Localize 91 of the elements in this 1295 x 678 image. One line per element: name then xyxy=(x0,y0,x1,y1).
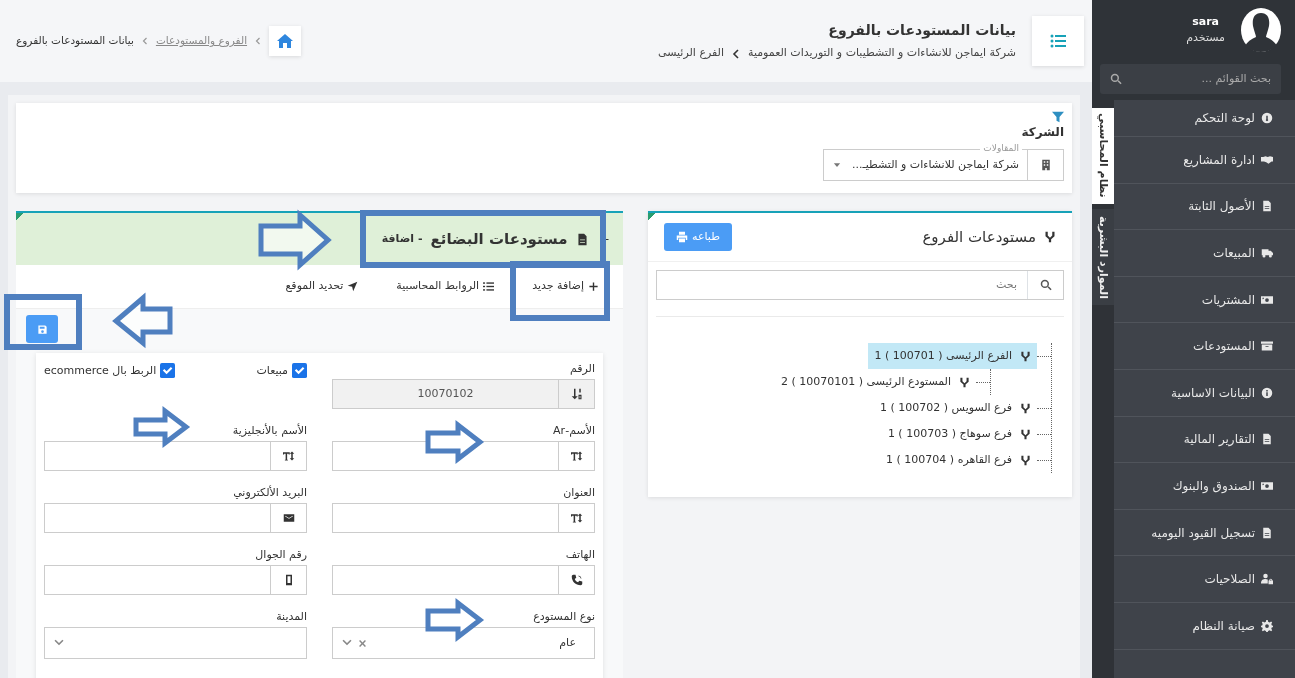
field-label: الأسم بالأنجليزية xyxy=(231,423,307,438)
location-arrow-icon xyxy=(347,281,359,292)
select-field[interactable]: عام xyxy=(332,627,595,659)
toolbar-link[interactable]: تحديد الموقع xyxy=(285,278,359,295)
settings-icon xyxy=(1261,619,1273,632)
info-icon xyxy=(1261,386,1273,399)
annotation-arrow xyxy=(112,292,173,349)
filter-icon xyxy=(1052,111,1064,123)
printer-icon xyxy=(676,231,688,243)
phone-icon xyxy=(570,574,583,586)
archive-icon xyxy=(1261,340,1273,353)
branch-icon xyxy=(1044,231,1056,243)
branch-icon xyxy=(1020,428,1031,440)
file-icon xyxy=(575,232,589,246)
annotation-arrow xyxy=(133,405,191,449)
company-path: الفرع الرئيسى xyxy=(658,45,724,62)
text-height-icon xyxy=(570,512,583,524)
toolbar-link[interactable]: الروابط المحاسبية xyxy=(396,278,495,295)
plus-icon xyxy=(588,281,599,292)
company-path: شركة ايماجن للانشاءات و التشطيبات و التوريدات العمومية xyxy=(748,45,1016,62)
branch-icon xyxy=(1020,350,1031,362)
search-icon xyxy=(1039,279,1052,291)
branch-icon xyxy=(959,376,970,388)
gauge-icon xyxy=(1261,112,1273,124)
field-label: رقم الجوال xyxy=(254,547,307,562)
field-label: الأسم-Ar xyxy=(552,423,595,438)
annotation-arrow xyxy=(425,597,485,643)
field-label: الهاتف xyxy=(564,547,595,562)
input-field[interactable] xyxy=(44,503,307,533)
input-field[interactable] xyxy=(332,503,595,533)
select-value: شركة ايماجن للانشاءات و التشطيـ... xyxy=(851,156,1019,173)
tree-node[interactable]: فرع القاهره ( 100704 ) 1 xyxy=(880,447,1037,473)
field-label: العنوان xyxy=(562,485,595,500)
envelope-icon xyxy=(282,512,295,524)
money-icon xyxy=(1261,293,1273,306)
checkbox[interactable] xyxy=(292,363,307,378)
home-icon xyxy=(277,33,294,49)
checkbox-label: الربط بال ecommerce xyxy=(44,363,157,378)
input-field[interactable] xyxy=(332,565,595,595)
chevron-icon xyxy=(732,48,740,59)
text-height-icon xyxy=(282,450,295,462)
mode-label: - اضافة xyxy=(381,230,423,247)
module-tab[interactable]: الموارد البشرية xyxy=(1091,209,1114,305)
menu-icon xyxy=(1050,33,1066,49)
card-title: مستودعات البضائع xyxy=(430,228,568,250)
chevron-icon xyxy=(141,37,148,45)
page-title: بيانات المستودعات بالفروع xyxy=(827,21,1016,41)
sort-numeric-icon xyxy=(570,388,583,400)
card-title: مستودعات الفروع xyxy=(922,226,1036,248)
money-icon xyxy=(1261,479,1273,492)
annotation-arrow xyxy=(425,419,485,465)
avatar-icon xyxy=(1241,8,1281,52)
building-icon xyxy=(1039,159,1052,171)
field-label: الرقم xyxy=(568,361,595,376)
user-role: مستخدم xyxy=(1186,30,1225,46)
field-label: نوع المستودع xyxy=(532,609,595,624)
search-icon xyxy=(1110,73,1122,85)
branch-icon xyxy=(1020,454,1031,466)
user-lock-icon xyxy=(1261,573,1273,586)
input-field[interactable] xyxy=(44,441,307,471)
tree-node[interactable]: فرع سوهاج ( 100703 ) 1 xyxy=(881,421,1037,447)
handshake-icon xyxy=(1261,153,1273,166)
floating-label: المقاولات xyxy=(980,142,1022,154)
user-name: sara xyxy=(1191,13,1221,30)
tree-node[interactable]: الفرع الرئيسى ( 100701 ) 1 xyxy=(868,343,1037,369)
home-button[interactable] xyxy=(269,26,302,56)
toolbar-link[interactable]: إضافة جديد xyxy=(532,278,599,295)
menu-search-field[interactable]: بحث القوائم ... xyxy=(1100,64,1281,94)
truck-icon xyxy=(1261,247,1273,259)
field-label: البريد الألكتروني xyxy=(232,485,307,500)
checkbox[interactable] xyxy=(160,363,176,378)
search-field[interactable]: بحث xyxy=(656,270,1064,300)
checkbox-label: مبيعات xyxy=(256,363,288,378)
branch-icon xyxy=(1020,402,1031,414)
file-icon xyxy=(1261,433,1273,446)
list-icon xyxy=(483,281,495,292)
search-input[interactable]: بحث xyxy=(657,271,1027,299)
select-field[interactable] xyxy=(44,627,307,659)
collapse-button[interactable]: - xyxy=(604,230,609,248)
chevron-icon xyxy=(255,37,262,45)
input-field[interactable] xyxy=(44,565,307,595)
module-tab[interactable]: نظام المحاسبي xyxy=(1091,108,1114,204)
tree-node[interactable]: المستودع الرئيسى ( 10070101 ) 2 xyxy=(775,369,976,395)
menu-toggle-button[interactable] xyxy=(1032,16,1084,66)
tree-node[interactable]: فرع السويس ( 100702 ) 1 xyxy=(874,395,1037,421)
field-label: المدينة xyxy=(275,609,307,624)
file-icon xyxy=(1261,526,1273,539)
file-icon xyxy=(1261,200,1273,213)
text-height-icon xyxy=(570,450,583,462)
save-button[interactable] xyxy=(26,315,58,343)
filter-label: الشركة xyxy=(1020,124,1064,141)
